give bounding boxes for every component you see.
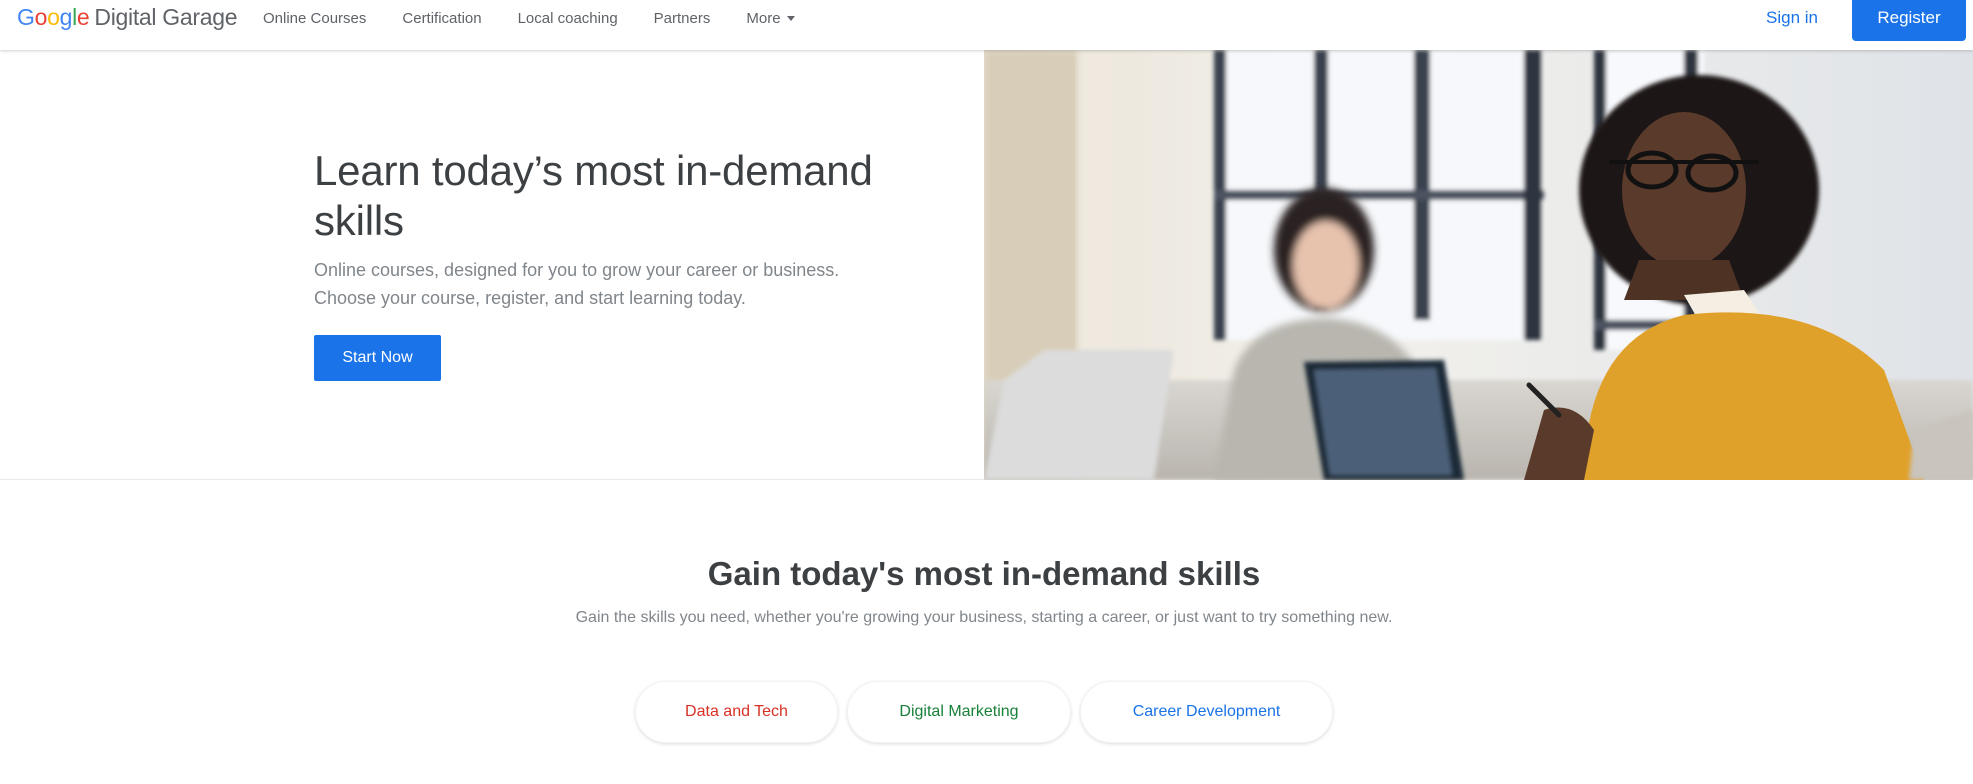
hero-subtitle: Online courses, designed for you to grow… [314,256,894,312]
hero-photo-illustration [984,50,1973,480]
google-digital-garage-logo[interactable]: Go o g l e Digital Garage [17,4,238,34]
caret-down-icon [786,16,795,21]
logo-letter: g [59,4,73,30]
hero-title: Learn today’s most in-demand skills [314,147,873,244]
category-data-and-tech[interactable]: Data and Tech [635,681,838,743]
nav-more-label: More [746,9,781,27]
logo-letter: o [47,4,60,30]
hero-subtitle-line: Online courses, designed for you to grow… [314,260,840,280]
category-career-development[interactable]: Career Development [1080,681,1333,743]
logo-letter: o [34,4,48,30]
nav-certification[interactable]: Certification [402,10,481,27]
skills-section-title: Gain today's most in-demand skills [707,555,1261,592]
start-now-button[interactable]: Start Now [314,335,441,381]
sign-in-link[interactable]: Sign in [1742,0,1842,36]
hero-subtitle-line: Choose your course, register, and start … [314,288,746,308]
logo-letter: G [17,4,35,30]
nav-local-coaching[interactable]: Local coaching [518,10,618,27]
skills-section-subtitle: Gain the skills you need, whether you're… [575,609,1393,626]
nav-partners[interactable]: Partners [654,10,711,27]
category-digital-marketing[interactable]: Digital Marketing [847,681,1071,743]
nav-online-courses[interactable]: Online Courses [263,10,366,27]
register-button[interactable]: Register [1852,0,1966,41]
hero-photo [984,50,1973,480]
top-navigation-bar: Go o g l e Digital Garage Online Courses Cert… [0,0,1973,50]
main-nav: Online Courses Certification Local coach… [263,0,831,36]
logo-product-name: Digital Garage [94,4,238,30]
nav-more[interactable]: More [746,9,795,27]
logo-letter: e [76,4,90,30]
